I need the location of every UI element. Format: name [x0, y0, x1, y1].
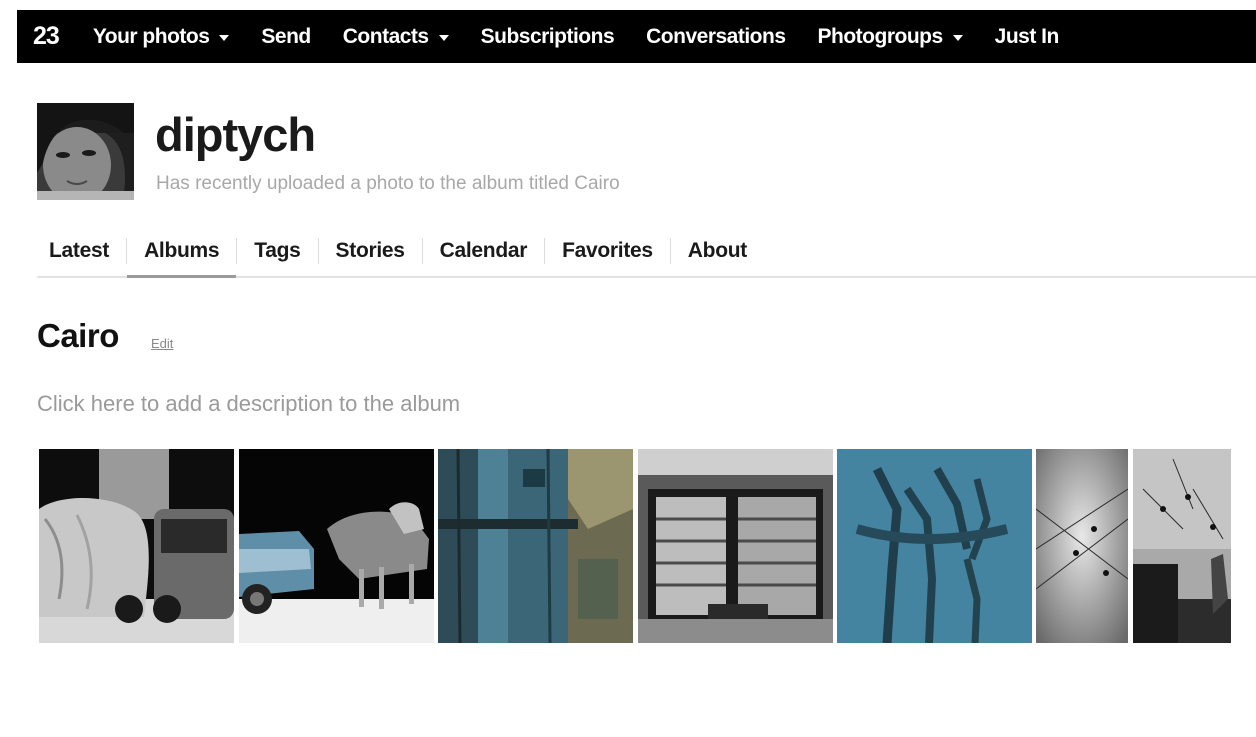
nav-contacts-label: Contacts	[342, 24, 429, 48]
nav-photogroups[interactable]: Photogroups	[818, 25, 963, 49]
nav-just-in-label: Just In	[994, 24, 1060, 48]
nav-send[interactable]: Send	[261, 24, 311, 49]
album-photo-thumbnail[interactable]	[1036, 449, 1128, 643]
chevron-down-icon	[219, 34, 230, 41]
site-logo[interactable]: 23	[33, 22, 60, 51]
profile-status: Has recently uploaded a photo to the alb…	[156, 173, 620, 194]
tab-about[interactable]: About	[671, 234, 764, 276]
top-nav-bar: 23 Your photos Send Contacts Subscriptio…	[17, 10, 1256, 63]
profile-username: diptych	[155, 108, 316, 161]
album-photo-thumbnail[interactable]	[837, 449, 1032, 643]
nav-photogroups-label: Photogroups	[817, 24, 944, 48]
profile-tabs: Latest Albums Tags Stories Calendar Favo…	[37, 234, 1256, 278]
tab-tags[interactable]: Tags	[237, 234, 317, 276]
album-title: Cairo	[37, 317, 119, 354]
edit-album-link[interactable]: Edit	[151, 336, 173, 351]
tab-calendar[interactable]: Calendar	[423, 234, 544, 276]
tab-favorites[interactable]: Favorites	[545, 234, 670, 276]
nav-conversations[interactable]: Conversations	[646, 24, 786, 49]
nav-contacts[interactable]: Contacts	[343, 25, 449, 49]
chevron-down-icon	[952, 34, 963, 41]
tab-stories[interactable]: Stories	[319, 234, 422, 276]
album-photo-thumbnail[interactable]	[39, 449, 234, 643]
album-description-placeholder[interactable]: Click here to add a description to the a…	[37, 391, 460, 417]
nav-subscriptions-label: Subscriptions	[480, 24, 615, 48]
tab-albums[interactable]: Albums	[127, 234, 237, 278]
album-photo-thumbnail[interactable]	[638, 449, 833, 643]
album-photo-thumbnail[interactable]	[1133, 449, 1231, 643]
tab-latest[interactable]: Latest	[37, 234, 126, 276]
album-photo-thumbnail[interactable]	[438, 449, 633, 643]
nav-subscriptions[interactable]: Subscriptions	[481, 25, 615, 49]
nav-just-in[interactable]: Just In	[994, 24, 1060, 49]
album-photo-thumbnail[interactable]	[239, 449, 434, 643]
chevron-down-icon	[438, 34, 449, 41]
nav-conversations-label: Conversations	[646, 24, 786, 48]
nav-send-label: Send	[261, 24, 311, 48]
avatar[interactable]	[37, 103, 134, 200]
nav-your-photos-label: Your photos	[92, 24, 210, 48]
nav-your-photos[interactable]: Your photos	[93, 25, 230, 49]
